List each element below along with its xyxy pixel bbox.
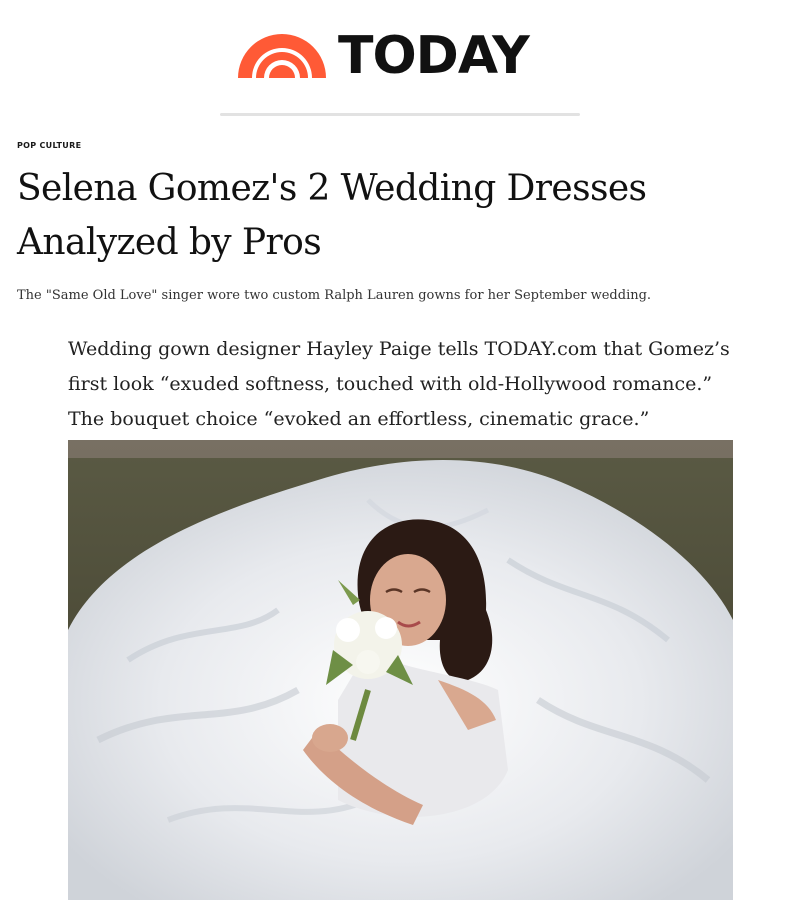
bride-in-white-gown-with-bouquet-icon bbox=[68, 440, 733, 900]
masthead: TODAY bbox=[0, 0, 800, 118]
masthead-divider bbox=[220, 113, 580, 116]
article-photo[interactable] bbox=[68, 440, 733, 900]
rainbow-icon bbox=[236, 32, 328, 80]
category-label[interactable]: POP CULTURE bbox=[17, 141, 81, 150]
article-headline: Selena Gomez's 2 Wedding Dresses Analyze… bbox=[17, 168, 647, 263]
brand-wordmark: TODAY bbox=[338, 26, 530, 86]
article-quote: Wedding gown designer Hayley Paige tells… bbox=[68, 338, 730, 430]
today-logo[interactable]: TODAY bbox=[236, 28, 576, 84]
article-dek: The "Same Old Love" singer wore two cust… bbox=[17, 288, 652, 303]
